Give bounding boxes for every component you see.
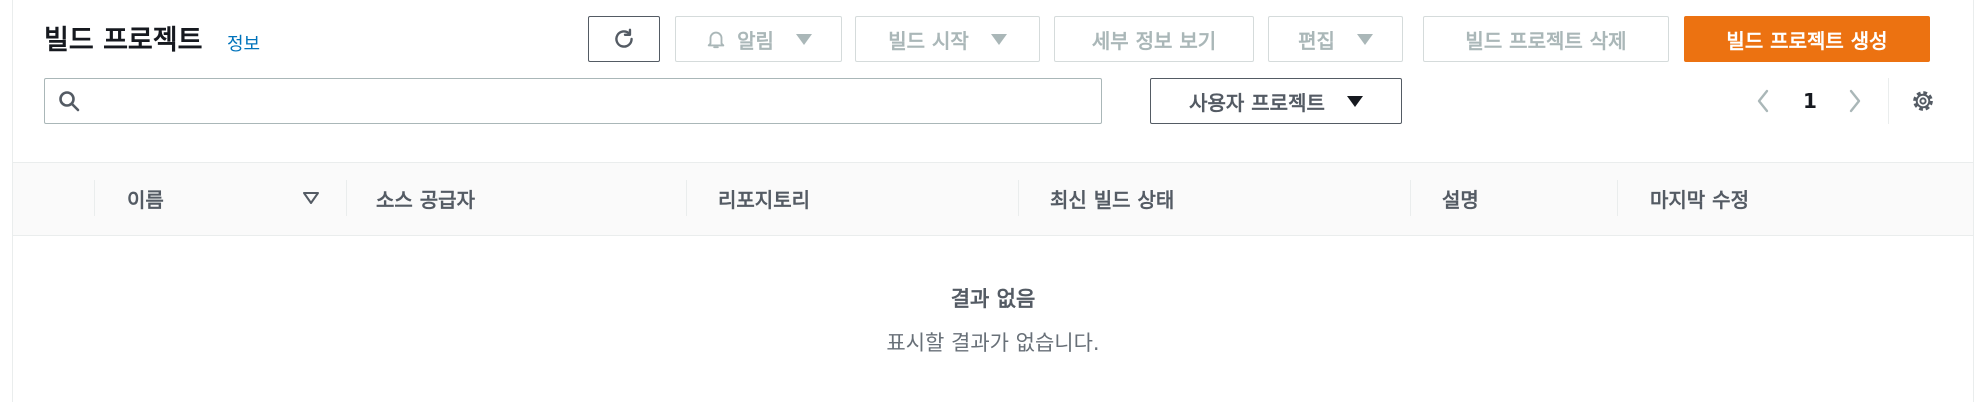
start-build-label: 빌드 시작	[888, 28, 969, 53]
chevron-down-icon	[1356, 33, 1373, 45]
build-projects-panel: 빌드 프로젝트 정보 알림 빌드 시작 세부 정보 보기 편집 빌드 프로젝트 …	[12, 0, 1974, 402]
chevron-down-icon	[795, 33, 812, 45]
column-divider	[346, 180, 347, 216]
edit-label: 편집	[1298, 28, 1335, 53]
column-divider	[686, 180, 687, 216]
edit-button[interactable]: 편집	[1268, 16, 1403, 62]
view-details-label: 세부 정보 보기	[1091, 28, 1217, 53]
empty-state-title: 결과 없음	[950, 287, 1036, 311]
page-title: 빌드 프로젝트	[44, 25, 203, 56]
column-header-last-modified[interactable]: 마지막 수정	[1650, 184, 1749, 213]
alerts-button[interactable]: 알림	[675, 16, 842, 62]
column-divider	[1617, 180, 1618, 216]
create-project-button[interactable]: 빌드 프로젝트 생성	[1684, 16, 1930, 62]
page-number[interactable]: 1	[1803, 89, 1817, 113]
search-field[interactable]	[44, 78, 1102, 124]
search-input[interactable]	[93, 79, 1093, 121]
refresh-button[interactable]	[588, 16, 660, 62]
chevron-down-icon	[990, 33, 1007, 45]
project-filter-value: 사용자 프로젝트	[1189, 90, 1325, 115]
refresh-icon	[615, 28, 633, 48]
view-details-button[interactable]: 세부 정보 보기	[1054, 16, 1254, 62]
project-filter-select[interactable]: 사용자 프로젝트	[1150, 78, 1402, 124]
gear-icon[interactable]	[1910, 88, 1936, 114]
search-icon	[59, 91, 80, 112]
column-header-repository[interactable]: 리포지토리	[718, 184, 810, 213]
info-link[interactable]: 정보	[227, 30, 260, 56]
start-build-button[interactable]: 빌드 시작	[855, 16, 1040, 62]
column-header-name[interactable]: 이름	[127, 184, 164, 213]
create-project-label: 빌드 프로젝트 생성	[1726, 28, 1888, 53]
chevron-left-icon[interactable]	[1753, 87, 1773, 115]
column-header-source-provider[interactable]: 소스 공급자	[376, 184, 475, 213]
delete-project-button[interactable]: 빌드 프로젝트 삭제	[1423, 16, 1669, 62]
sort-down-icon[interactable]	[301, 188, 321, 208]
column-header-latest-build-status[interactable]: 최신 빌드 상태	[1050, 184, 1174, 213]
pagination-divider	[1888, 78, 1889, 124]
empty-state-description: 표시할 결과가 없습니다.	[886, 331, 1100, 355]
column-divider	[1410, 180, 1411, 216]
chevron-right-icon[interactable]	[1845, 87, 1865, 115]
chevron-down-icon	[1346, 95, 1363, 107]
column-divider	[94, 180, 95, 216]
column-divider	[1018, 180, 1019, 216]
panel-header: 빌드 프로젝트 정보 알림 빌드 시작 세부 정보 보기 편집 빌드 프로젝트 …	[13, 0, 1973, 162]
column-header-description[interactable]: 설명	[1442, 184, 1479, 213]
bell-icon	[707, 31, 725, 49]
delete-project-label: 빌드 프로젝트 삭제	[1465, 28, 1627, 53]
alerts-label: 알림	[737, 28, 774, 53]
